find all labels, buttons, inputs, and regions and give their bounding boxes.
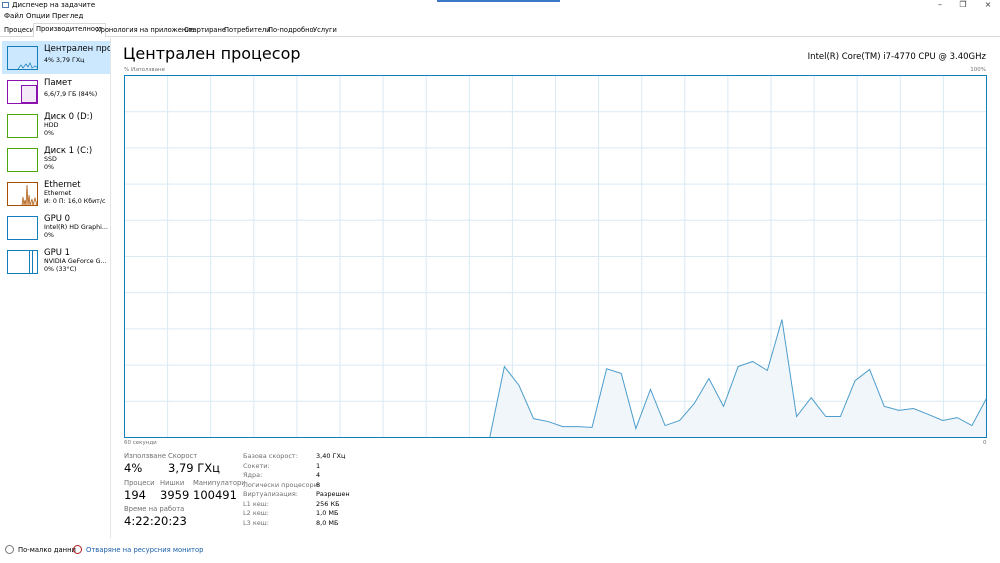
sidebar-item-disk0[interactable]: Диск 0 (D:) HDD 0% [2, 109, 110, 142]
sidebar-item-label: Централен процесор [44, 44, 110, 54]
spec-label: L1 кеш: [243, 499, 269, 508]
sidebar-item-gpu1[interactable]: GPU 1 NVIDIA GeForce G... 0% (33°C) [2, 245, 110, 278]
menu-view[interactable]: Преглед [52, 12, 83, 20]
disk0-thumbnail [7, 114, 38, 138]
sidebar-item-detail: Ethernet [44, 190, 72, 197]
fewer-details-link[interactable]: По-малко данни [18, 546, 76, 554]
sidebar-item-label: GPU 1 [44, 248, 71, 258]
memory-thumbnail [7, 80, 38, 104]
spec-label: Ядра: [243, 471, 263, 479]
sidebar-item-usage: 0% [44, 232, 54, 239]
resource-monitor-icon [73, 545, 82, 554]
cpu-usage-chart [124, 75, 987, 438]
spec-value: 8,0 МБ [316, 518, 339, 527]
gpu1-thumbnail [7, 250, 38, 274]
tab-bar: Процеси Производителност Хронология на п… [0, 23, 1000, 37]
task-manager-icon [2, 2, 9, 8]
chevron-up-icon[interactable] [5, 545, 14, 554]
spec-value: 256 КБ [316, 499, 340, 508]
title-accent [437, 0, 560, 2]
sidebar-item-detail: Intel(R) HD Graphi... [44, 224, 108, 231]
sidebar-item-usage: 0% [44, 164, 54, 171]
close-button[interactable]: × [978, 0, 998, 9]
sidebar-item-label: Ethernet [44, 180, 81, 190]
sidebar-item-detail: 4% 3,79 ГХц [44, 57, 85, 64]
tab-details[interactable]: По-подробно [266, 25, 316, 37]
spec-value: 4 [316, 471, 321, 479]
sidebar-item-gpu0[interactable]: GPU 0 Intel(R) HD Graphi... 0% [2, 211, 110, 244]
usage-label: Използване [124, 452, 167, 460]
uptime-label: Време на работа [124, 505, 185, 513]
open-resource-monitor-link[interactable]: Отваряне на ресурсния монитор [86, 546, 203, 554]
sidebar-item-label: GPU 0 [44, 214, 71, 224]
minimize-button[interactable]: – [930, 0, 950, 9]
sidebar-item-detail: HDD [44, 122, 59, 129]
spec-label: Базова скорост: [243, 452, 298, 460]
ethernet-thumbnail [7, 182, 38, 206]
sidebar-item-detail: 6,6/7,9 ГБ (84%) [44, 91, 98, 98]
sidebar-item-usage: 0% [44, 130, 54, 137]
sidebar-item-cpu[interactable]: Централен процесор 4% 3,79 ГХц [2, 41, 110, 74]
speed-label: Скорост [168, 452, 198, 460]
spec-value: 1 [316, 461, 321, 470]
resource-sidebar: Централен процесор 4% 3,79 ГХц Памет 6,6… [0, 38, 111, 538]
sidebar-item-memory[interactable]: Памет 6,6/7,9 ГБ (84%) [2, 75, 110, 108]
window-title: Диспечер на задачите [12, 1, 96, 9]
sidebar-item-label: Диск 1 (C:) [44, 146, 93, 156]
sidebar-item-detail: NVIDIA GeForce G... [44, 258, 107, 265]
sidebar-item-ethernet[interactable]: Ethernet Ethernet И: 0 П: 16,0 Кбит/с [2, 177, 110, 210]
spec-value: Разрешен [316, 490, 350, 498]
processes-label: Процеси [124, 479, 155, 487]
cpu-thumbnail [7, 46, 38, 70]
sidebar-item-label: Диск 0 (D:) [44, 112, 93, 122]
handles-label: Манипулатори [193, 479, 246, 487]
menu-options[interactable]: Опции [26, 12, 50, 20]
tab-users[interactable]: Потребители [222, 25, 272, 37]
page-title: Централен процесор [123, 44, 301, 63]
x-axis-left-label: 60 секунди [124, 440, 157, 446]
spec-value: 1,0 МБ [316, 509, 339, 517]
usage-value: 4% [124, 461, 143, 475]
spec-label: Виртуализация: [243, 490, 298, 498]
y-axis-label: % Използване [124, 67, 166, 73]
spec-label: L3 кеш: [243, 518, 269, 527]
spec-label: Логически процесори: [243, 480, 321, 489]
sidebar-item-detail: SSD [44, 156, 57, 163]
tab-services[interactable]: Услуги [311, 25, 339, 37]
sidebar-item-disk1[interactable]: Диск 1 (C:) SSD 0% [2, 143, 110, 176]
disk1-thumbnail [7, 148, 38, 172]
restore-button[interactable]: ❐ [953, 0, 973, 9]
threads-label: Нишки [160, 479, 185, 487]
footer: По-малко данни Отваряне на ресурсния мон… [0, 540, 1000, 563]
processes-value: 194 [124, 488, 146, 502]
spec-value: 8 [316, 480, 321, 489]
spec-label: Сокети: [243, 461, 270, 470]
speed-value: 3,79 ГХц [168, 461, 220, 475]
tab-processes[interactable]: Процеси [2, 25, 36, 37]
title-bar: Диспечер на задачите – ❐ × [0, 0, 1000, 11]
spec-label: L2 кеш: [243, 509, 269, 517]
sidebar-item-throughput: И: 0 П: 16,0 Кбит/с [44, 198, 106, 205]
cpu-model: Intel(R) Core(TM) i7-4770 CPU @ 3.40GHz [807, 52, 986, 62]
y-max-label: 100% [970, 67, 986, 73]
gpu0-thumbnail [7, 216, 38, 240]
sidebar-item-usage: 0% (33°C) [44, 266, 77, 273]
threads-value: 3959 [160, 488, 190, 502]
spec-value: 3,40 ГХц [316, 452, 346, 460]
x-axis-right-label: 0 [983, 440, 987, 446]
menu-file[interactable]: Файл [4, 12, 23, 20]
handles-value: 100491 [193, 488, 237, 502]
uptime-value: 4:22:20:23 [124, 514, 187, 528]
sidebar-item-label: Памет [44, 78, 73, 88]
